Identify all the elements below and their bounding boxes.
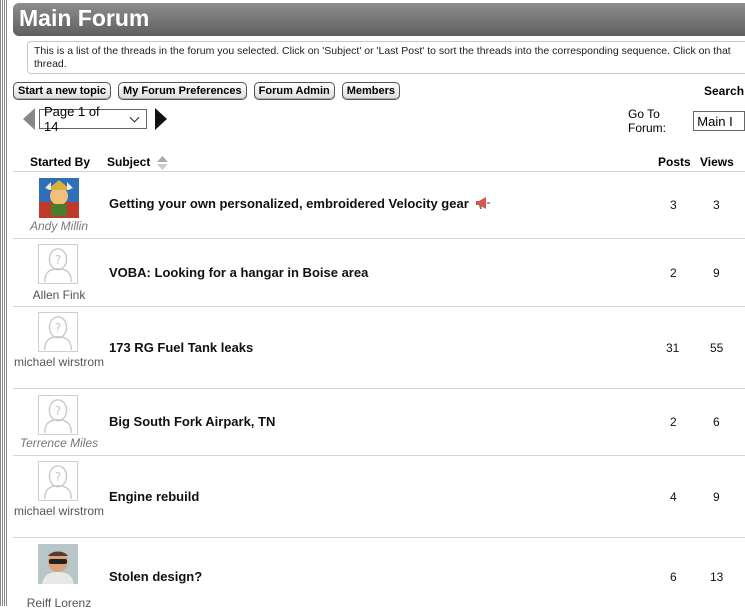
thread-row: Reiff Lorenz Stolen design? 6 13 (13, 537, 745, 610)
thread-row: Andy Millin Getting your own personalize… (13, 171, 745, 239)
thread-posts: 31 (666, 341, 680, 355)
page-title: Main Forum (19, 5, 150, 31)
search-link[interactable]: Search (704, 84, 744, 98)
thread-views: 3 (713, 198, 720, 212)
thread-views: 9 (713, 490, 720, 504)
thread-subject[interactable]: Getting your own personalized, embroider… (109, 196, 491, 211)
thread-row: ? michael wirstrom Engine rebuild 4 9 (13, 455, 745, 538)
thread-subject-text: Big South Fork Airpark, TN (109, 414, 276, 429)
go-to-forum-select[interactable]: Main I (693, 111, 745, 131)
pagination: Page 1 of 14 (23, 104, 167, 134)
thread-subject-text: 173 RG Fuel Tank leaks (109, 340, 254, 355)
thread-subject-text: Stolen design? (109, 569, 203, 584)
chevron-down-icon (129, 112, 140, 122)
thread-author[interactable]: Terrence Miles (13, 436, 105, 450)
left-edge-border (0, 0, 7, 606)
thread-row: ? Terrence Miles Big South Fork Airpark,… (13, 388, 745, 456)
page-select[interactable]: Page 1 of 14 (39, 104, 147, 134)
thread-posts: 4 (670, 490, 677, 504)
new-topic-button[interactable]: Start a new topic (13, 82, 112, 100)
column-subject[interactable]: Subject (107, 155, 168, 170)
thread-posts: 3 (670, 198, 677, 212)
thread-views: 13 (710, 570, 724, 584)
column-subject-label: Subject (107, 155, 151, 169)
svg-text:?: ? (55, 404, 62, 418)
thread-author[interactable]: Allen Fink (13, 288, 105, 302)
thread-posts: 2 (670, 415, 677, 429)
thread-subject-text: Engine rebuild (109, 489, 200, 504)
thread-subject-text: Getting your own personalized, embroider… (109, 196, 469, 211)
next-page-icon[interactable] (155, 108, 167, 130)
go-to-forum-value: Main I (697, 113, 733, 129)
forum-title-bar: Main Forum (13, 3, 745, 36)
forum-toolbar: Start a new topic My Forum Preferences F… (13, 82, 401, 100)
forum-description: This is a list of the threads in the for… (27, 41, 745, 74)
thread-views: 55 (710, 341, 724, 355)
thread-subject[interactable]: VOBA: Looking for a hangar in Boise area (109, 265, 368, 280)
thread-subject[interactable]: Engine rebuild (109, 489, 199, 504)
forum-preferences-button[interactable]: My Forum Preferences (118, 82, 247, 100)
members-button[interactable]: Members (341, 82, 401, 100)
column-posts: Posts (658, 155, 691, 169)
svg-text:?: ? (55, 470, 62, 484)
go-to-forum-label: Go To Forum: (628, 107, 667, 135)
svg-text:?: ? (55, 321, 62, 335)
thread-row: ? michael wirstrom 173 RG Fuel Tank leak… (13, 306, 745, 389)
announcement-megaphone-icon (475, 197, 490, 209)
default-avatar-icon[interactable]: ? (38, 244, 78, 284)
thread-posts: 2 (670, 266, 677, 280)
avatar[interactable] (39, 178, 79, 218)
thread-author[interactable]: michael wirstrom (13, 504, 105, 518)
thread-subject[interactable]: Stolen design? (109, 569, 202, 584)
column-views: Views (700, 155, 734, 169)
thread-posts: 6 (670, 570, 677, 584)
column-started-by: Started By (30, 155, 91, 169)
default-avatar-icon[interactable]: ? (38, 461, 78, 501)
thread-subject[interactable]: Big South Fork Airpark, TN (109, 414, 275, 429)
svg-text:?: ? (55, 253, 62, 267)
thread-author[interactable]: Andy Millin (13, 219, 105, 233)
thread-subject-text: VOBA: Looking for a hangar in Boise area (109, 265, 369, 280)
thread-author[interactable]: Reiff Lorenz (13, 596, 105, 610)
default-avatar-icon[interactable]: ? (38, 395, 78, 435)
forum-admin-button[interactable]: Forum Admin (253, 82, 335, 100)
thread-subject[interactable]: 173 RG Fuel Tank leaks (109, 340, 253, 355)
thread-row: ? Allen Fink VOBA: Looking for a hangar … (13, 238, 745, 307)
previous-page-icon[interactable] (23, 108, 35, 130)
thread-views: 9 (713, 266, 720, 280)
thread-author[interactable]: michael wirstrom (13, 355, 105, 369)
page-select-value: Page 1 of 14 (44, 104, 100, 134)
default-avatar-icon[interactable]: ? (38, 312, 78, 352)
avatar[interactable] (38, 544, 78, 584)
sort-icon[interactable] (156, 155, 168, 170)
go-to-forum: Go To Forum: Main I (628, 107, 745, 135)
thread-views: 6 (713, 415, 720, 429)
